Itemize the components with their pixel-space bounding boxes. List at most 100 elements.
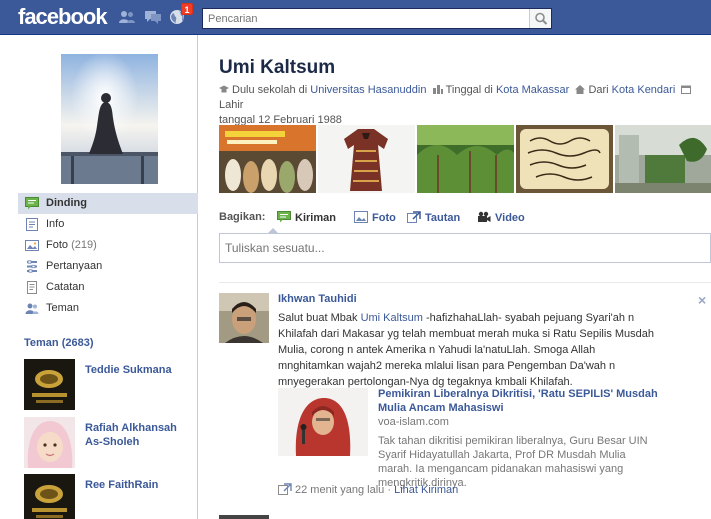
meta-separator: · [387, 484, 392, 496]
attachment-title-link[interactable]: Pemikiran Liberalnya Dikritisi, 'Ratu SE… [378, 387, 678, 415]
story-message: Salut buat Mbak Umi Kaltsum -hafizhahaLl… [278, 310, 658, 390]
friend-item[interactable]: Rafiah Alkhansah As-Sholeh [24, 417, 194, 469]
recent-photo[interactable] [615, 125, 711, 193]
nav-count-photos: (219) [71, 239, 97, 251]
profile-info-line: Dulu sekolah di Universitas Hasanuddin T… [219, 83, 711, 128]
story-author-name[interactable]: Ikhwan Tauhidi [278, 293, 357, 305]
nav-item-friends[interactable]: Teman [18, 298, 198, 319]
info-icon [26, 218, 38, 231]
messages-icon[interactable] [144, 9, 162, 25]
from-link[interactable]: Kota Kendari [612, 84, 676, 96]
conference-logo-image [24, 474, 75, 519]
remove-story-icon[interactable]: × [698, 292, 706, 308]
share-composer-bar: Bagikan: Kiriman Foto Tautan Video [219, 211, 711, 227]
share-tab-label: Video [495, 212, 525, 224]
status-input[interactable] [220, 234, 710, 262]
nav-item-questions[interactable]: Pertanyaan [18, 256, 198, 277]
friend-item[interactable]: Teddie Sukmana [24, 359, 194, 411]
next-story-avatar[interactable] [219, 515, 269, 519]
friend-avatar[interactable] [24, 359, 75, 410]
attachment-domain: voa-islam.com [378, 416, 449, 428]
wall-icon [25, 197, 39, 210]
friend-name[interactable]: Teddie Sukmana [85, 363, 195, 377]
nav-label-notes: Catatan [46, 281, 85, 293]
birthday-prefix: Lahir [219, 99, 244, 111]
photo-icon [354, 211, 368, 223]
facebook-logo[interactable]: facebook [18, 4, 108, 30]
group-banner-photo [219, 125, 316, 193]
share-label: Bagikan: [219, 211, 266, 223]
questions-icon [27, 260, 37, 273]
friend-avatar[interactable] [24, 417, 75, 468]
share-tab-link[interactable]: Tautan [407, 211, 460, 224]
recent-photo[interactable] [219, 125, 316, 193]
search-box [202, 8, 552, 29]
friend-avatar[interactable] [24, 474, 75, 519]
profile-name: Umi Kaltsum [219, 57, 336, 78]
friend-item[interactable]: Ree FaithRain [24, 474, 194, 519]
video-camera-icon [478, 211, 491, 222]
nav-item-wall[interactable]: Dinding [18, 193, 198, 214]
profile-photo-image [61, 54, 158, 184]
lives-link[interactable]: Kota Makassar [496, 84, 569, 96]
attachment-description: Tak tahan dikritisi pemikiran liberalnya… [378, 435, 648, 489]
author-photo-image [219, 293, 269, 343]
home-icon [575, 85, 586, 94]
friends-section-header[interactable]: Teman (2683) [24, 337, 94, 349]
speaker-photo-image [278, 388, 368, 456]
garden-photo [417, 125, 514, 193]
birthday-calendar-icon [681, 85, 692, 94]
photos-icon [25, 240, 39, 251]
profile-picture[interactable] [61, 54, 158, 184]
friend-requests-icon[interactable] [118, 9, 136, 25]
education-link[interactable]: Universitas Hasanuddin [310, 84, 426, 96]
story-meta: 22 menit yang lalu · Lihat Kiriman [278, 483, 458, 496]
notification-count-badge: 1 [181, 3, 193, 15]
education-prefix: Dulu sekolah di [232, 84, 308, 96]
friends-icon [25, 303, 39, 314]
share-tab-label: Tautan [425, 212, 461, 224]
wall-post-icon [278, 483, 292, 495]
graduation-cap-icon [219, 85, 229, 93]
search-button[interactable] [529, 9, 551, 28]
arabic-calligraphy-photo [516, 125, 613, 193]
view-post-link[interactable]: Lihat Kiriman [394, 484, 458, 496]
nav-item-notes[interactable]: Catatan [18, 277, 198, 298]
share-tab-status[interactable]: Kiriman [277, 211, 336, 224]
lives-prefix: Tinggal di [445, 84, 493, 96]
nav-item-info[interactable]: Info [18, 214, 198, 235]
baby-photo-image [24, 417, 75, 468]
profile-navigation: Dinding Info Foto (219) Pertanyaan Catat… [18, 193, 198, 319]
share-tab-photo[interactable]: Foto [354, 211, 396, 224]
link-icon [407, 211, 421, 223]
nav-item-photos[interactable]: Foto (219) [18, 235, 198, 256]
share-tab-video[interactable]: Video [477, 211, 525, 224]
share-tab-label: Kiriman [295, 212, 336, 224]
recent-photo[interactable] [417, 125, 514, 193]
greenhouse-photo [615, 125, 711, 193]
batik-dress-photo [318, 125, 415, 193]
story-mention-link[interactable]: Umi Kaltsum [361, 312, 423, 324]
status-composer [219, 233, 711, 263]
attachment-thumbnail[interactable] [278, 388, 368, 456]
story-author-avatar[interactable] [219, 293, 269, 343]
recent-photo[interactable] [516, 125, 613, 193]
share-tab-label: Foto [372, 212, 396, 224]
search-icon [535, 12, 548, 25]
city-icon [432, 85, 443, 94]
search-input[interactable] [203, 9, 531, 28]
friend-name[interactable]: Rafiah Alkhansah As-Sholeh [85, 421, 195, 449]
top-navigation-bar: facebook 1 [0, 0, 711, 35]
recent-photos-strip [219, 125, 711, 193]
friend-name[interactable]: Ree FaithRain [85, 478, 195, 492]
nav-label-wall: Dinding [46, 197, 87, 209]
recent-photo[interactable] [318, 125, 415, 193]
notes-icon [27, 281, 37, 294]
from-prefix: Dari [588, 84, 609, 96]
conference-logo-image [24, 359, 75, 410]
nav-label-info: Info [46, 218, 65, 230]
main-column: Umi Kaltsum Dulu sekolah di Universitas … [199, 35, 711, 519]
story-timestamp[interactable]: 22 menit yang lalu [295, 484, 384, 496]
left-column: Dinding Info Foto (219) Pertanyaan Catat… [0, 35, 198, 519]
nav-label-questions: Pertanyaan [46, 260, 103, 272]
